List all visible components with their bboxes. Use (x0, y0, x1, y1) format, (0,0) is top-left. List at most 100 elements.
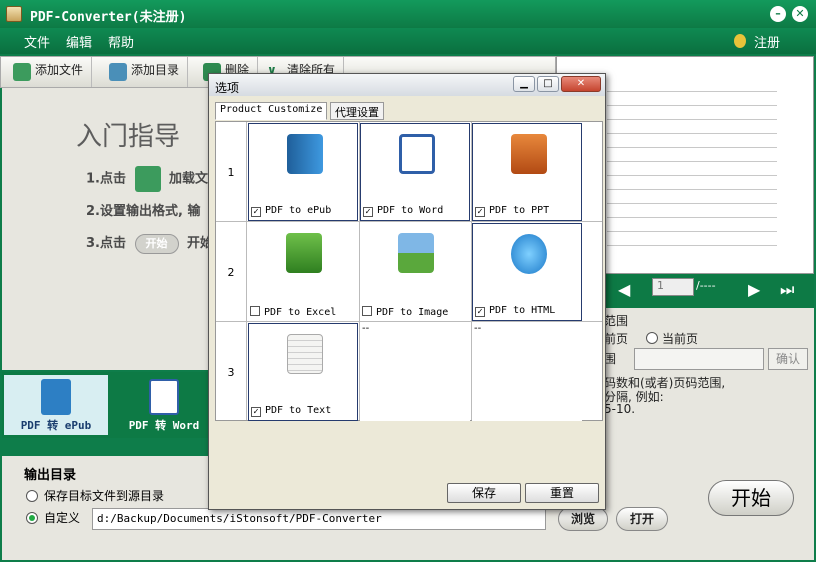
format-label: PDF to Image (376, 307, 449, 318)
format-thumb-bar: PDF 转 ePub PDF 转 Word (2, 372, 222, 438)
current-page-radio[interactable] (646, 332, 658, 344)
dialog-close-icon[interactable]: ✕ (561, 76, 601, 92)
format-label: PDF to Word (377, 205, 444, 216)
powerpoint-icon (511, 134, 547, 174)
step1-suffix: 加载文 (169, 171, 209, 187)
epub-checkbox[interactable]: ✓ (251, 207, 261, 217)
tab-proxy-settings[interactable]: 代理设置 (330, 102, 384, 120)
thumb-pdf-to-word[interactable]: PDF 转 Word (112, 375, 216, 435)
ppt-checkbox[interactable]: ✓ (475, 207, 485, 217)
range-title: 范围 (604, 314, 629, 328)
image-checkbox[interactable] (362, 306, 372, 316)
dialog-minimize-icon[interactable]: ▁ (513, 76, 535, 92)
menu-file[interactable]: 文件 (24, 32, 50, 51)
current-page-label: 当前页 (662, 332, 699, 346)
page-number-input[interactable]: 1 (652, 278, 694, 296)
row-label: 2 (227, 266, 235, 279)
menu-bar: 文件 编辑 帮助 注册 (0, 28, 816, 54)
output-title: 输出目录 (24, 468, 77, 483)
word-icon (149, 379, 179, 415)
range-all-label: 前页 (604, 332, 629, 346)
open-button[interactable]: 打开 (616, 507, 668, 531)
empty-mark: -- (474, 323, 482, 334)
guide-heading: 入门指导 (76, 122, 181, 152)
dialog-title-bar: 选项 ▁ □ ✕ (209, 74, 605, 96)
add-file-icon (13, 63, 31, 81)
source-dir-label: 保存目标文件到源目录 (44, 489, 165, 503)
menu-help[interactable]: 帮助 (108, 32, 134, 51)
title-bar: PDF-Converter(未注册) – ✕ (0, 0, 816, 28)
excel-checkbox[interactable] (250, 306, 260, 316)
text-document-icon (287, 334, 323, 374)
thumb-pdf-to-epub[interactable]: PDF 转 ePub (4, 375, 108, 435)
page-range-input[interactable] (634, 348, 764, 370)
close-icon[interactable]: ✕ (792, 6, 808, 22)
save-button[interactable]: 保存 (447, 483, 521, 503)
start-button[interactable]: 开始 (708, 480, 794, 516)
guide-step-3: 3.点击 开始 开始 (86, 232, 213, 254)
word-icon (399, 134, 435, 174)
minimize-icon[interactable]: – (770, 6, 786, 22)
last-page-icon[interactable]: ⏭ (780, 280, 794, 300)
format-cell-text[interactable]: ✓ PDF to Text (248, 323, 358, 421)
register-link[interactable]: 注册 (754, 32, 780, 51)
prev-page-icon[interactable]: ◀ (618, 280, 630, 299)
format-grid: 1 2 3 ✓ PDF to ePub ✓ PDF to Word ✓ PDF to … (215, 121, 603, 421)
html-icon (511, 234, 547, 274)
reset-button[interactable]: 重置 (525, 483, 599, 503)
app-icon (6, 6, 22, 22)
thumb-label: PDF 转 ePub (20, 419, 92, 432)
row-label: 1 (227, 166, 235, 179)
format-label: PDF to Excel (264, 307, 337, 318)
custom-dir-radio[interactable] (26, 512, 38, 524)
format-cell-image[interactable]: PDF to Image (360, 223, 470, 321)
epub-icon (41, 379, 71, 415)
format-label: PDF to HTML (489, 305, 556, 316)
image-icon (398, 233, 434, 273)
step1-prefix: 1.点击 (86, 171, 126, 187)
empty-mark: -- (362, 323, 370, 334)
browse-button[interactable]: 浏览 (558, 507, 608, 531)
format-cell-word[interactable]: ✓ PDF to Word (360, 123, 470, 221)
start-mini-button: 开始 (134, 233, 179, 254)
step3-prefix: 3.点击 (86, 236, 126, 251)
empty-cell: -- (472, 323, 582, 421)
source-dir-radio[interactable] (26, 490, 38, 502)
html-checkbox[interactable]: ✓ (475, 307, 485, 317)
epub-icon (287, 134, 323, 174)
dialog-maximize-icon[interactable]: □ (537, 76, 559, 92)
menu-edit[interactable]: 编辑 (66, 32, 92, 51)
output-path-input[interactable]: d:/Backup/Documents/iStonsoft/PDF-Conver… (92, 508, 546, 530)
format-cell-html[interactable]: ✓ PDF to HTML (472, 223, 582, 321)
add-directory-button[interactable]: 添加目录 (97, 57, 189, 87)
format-label: PDF to Text (265, 405, 332, 416)
options-dialog: 选项 ▁ □ ✕ Product Customize 代理设置 1 2 3 ✓ P… (208, 73, 606, 510)
add-file-icon (134, 166, 161, 192)
add-directory-label: 添加目录 (131, 63, 180, 77)
range-hint-3: 5-10. (604, 402, 636, 416)
add-file-button[interactable]: 添加文件 (1, 57, 93, 87)
tab-product-customize[interactable]: Product Customize (215, 102, 328, 120)
key-icon (734, 34, 746, 48)
word-checkbox[interactable]: ✓ (363, 207, 373, 217)
add-file-label: 添加文件 (35, 63, 84, 77)
window-title: PDF-Converter(未注册) (30, 10, 187, 25)
format-label: PDF to PPT (489, 205, 550, 216)
confirm-button[interactable]: 确认 (768, 348, 808, 370)
guide-step-2: 2.设置输出格式, 输 (86, 204, 201, 219)
text-checkbox[interactable]: ✓ (251, 407, 261, 417)
thumb-label: PDF 转 Word (128, 419, 200, 432)
row-label: 3 (227, 366, 235, 379)
guide-step-1: 1.点击 加载文 (86, 166, 208, 192)
dialog-title: 选项 (215, 81, 240, 95)
format-cell-excel[interactable]: PDF to Excel (248, 223, 358, 321)
next-page-icon[interactable]: ▶ (748, 280, 760, 299)
custom-dir-label: 自定义 (44, 511, 81, 525)
excel-icon (286, 233, 322, 273)
format-cell-ppt[interactable]: ✓ PDF to PPT (472, 123, 582, 221)
format-label: PDF to ePub (265, 205, 332, 216)
empty-cell: -- (360, 323, 470, 421)
add-folder-icon (109, 63, 127, 81)
format-cell-epub[interactable]: ✓ PDF to ePub (248, 123, 358, 221)
page-total: /---- (696, 279, 716, 292)
